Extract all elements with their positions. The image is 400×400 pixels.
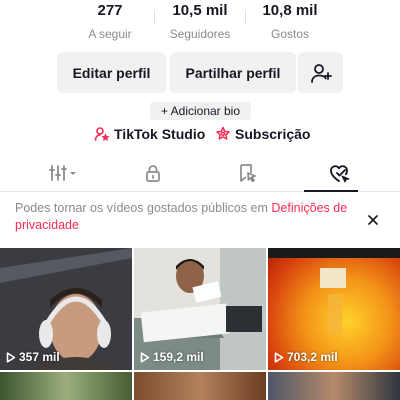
edit-profile-button[interactable]: Editar perfil — [57, 52, 166, 93]
play-icon — [274, 351, 284, 363]
studio-icon — [94, 127, 110, 141]
close-notice-button[interactable] — [364, 211, 382, 229]
share-profile-button[interactable]: Partilhar perfil — [170, 52, 296, 93]
tab-private[interactable] — [128, 160, 178, 186]
liked-videos-grid: 357 mil 159,2 mil 703,2 mil — [0, 248, 400, 400]
active-tab-indicator — [304, 190, 358, 192]
followers-label: Seguidores — [169, 27, 231, 41]
tab-reposts[interactable] — [222, 160, 272, 186]
likes-stat[interactable]: 10,8 mil Gostos — [245, 0, 335, 42]
video-thumbnail[interactable]: 703,2 mil — [268, 248, 400, 370]
view-count-label: 703,2 mil — [287, 350, 338, 364]
tab-liked[interactable] — [314, 160, 364, 186]
following-count: 277 — [97, 2, 123, 19]
video-thumbnail[interactable] — [134, 372, 266, 400]
view-count: 357 mil — [6, 350, 60, 364]
profile-tabs — [0, 156, 400, 192]
lock-icon — [146, 165, 160, 182]
liked-icon — [330, 165, 350, 183]
video-thumbnail[interactable]: 357 mil — [0, 248, 132, 370]
add-bio-button[interactable]: + Adicionar bio — [150, 102, 251, 120]
view-count-label: 357 mil — [19, 350, 60, 364]
liked-videos-notice: Podes tornar os vídeos gostados públicos… — [15, 200, 360, 234]
saved-icon — [240, 164, 256, 183]
view-count-label: 159,2 mil — [153, 350, 204, 364]
tiktok-studio-label: TikTok Studio — [114, 126, 206, 142]
video-thumbnail[interactable] — [268, 372, 400, 400]
subscription-label: Subscrição — [235, 126, 311, 142]
following-stat[interactable]: 277 A seguir — [65, 0, 155, 42]
likes-label: Gostos — [270, 27, 309, 41]
add-user-icon — [310, 63, 332, 83]
notice-text: Podes tornar os vídeos gostados públicos… — [15, 201, 272, 215]
view-count: 703,2 mil — [274, 350, 338, 364]
profile-links: TikTok Studio Subscrição — [0, 126, 400, 146]
add-friend-button[interactable] — [298, 52, 343, 93]
video-thumbnail[interactable]: 159,2 mil — [134, 248, 266, 370]
likes-count: 10,8 mil — [262, 2, 318, 19]
following-label: A seguir — [88, 27, 132, 41]
close-icon — [368, 215, 378, 225]
subscription-icon — [216, 126, 230, 140]
tiktok-studio-link[interactable]: TikTok Studio — [94, 126, 205, 142]
play-icon — [140, 351, 150, 363]
followers-count: 10,5 mil — [172, 2, 228, 19]
followers-stat[interactable]: 10,5 mil Seguidores — [155, 0, 245, 42]
profile-stats: 277 A seguir 10,5 mil Seguidores 10,8 mi… — [0, 0, 400, 44]
view-count: 159,2 mil — [140, 350, 204, 364]
grid-icon — [49, 165, 76, 181]
subscription-link[interactable]: Subscrição — [215, 126, 310, 142]
play-icon — [6, 351, 16, 363]
video-thumbnail[interactable] — [0, 372, 132, 400]
tab-videos[interactable] — [38, 160, 88, 186]
